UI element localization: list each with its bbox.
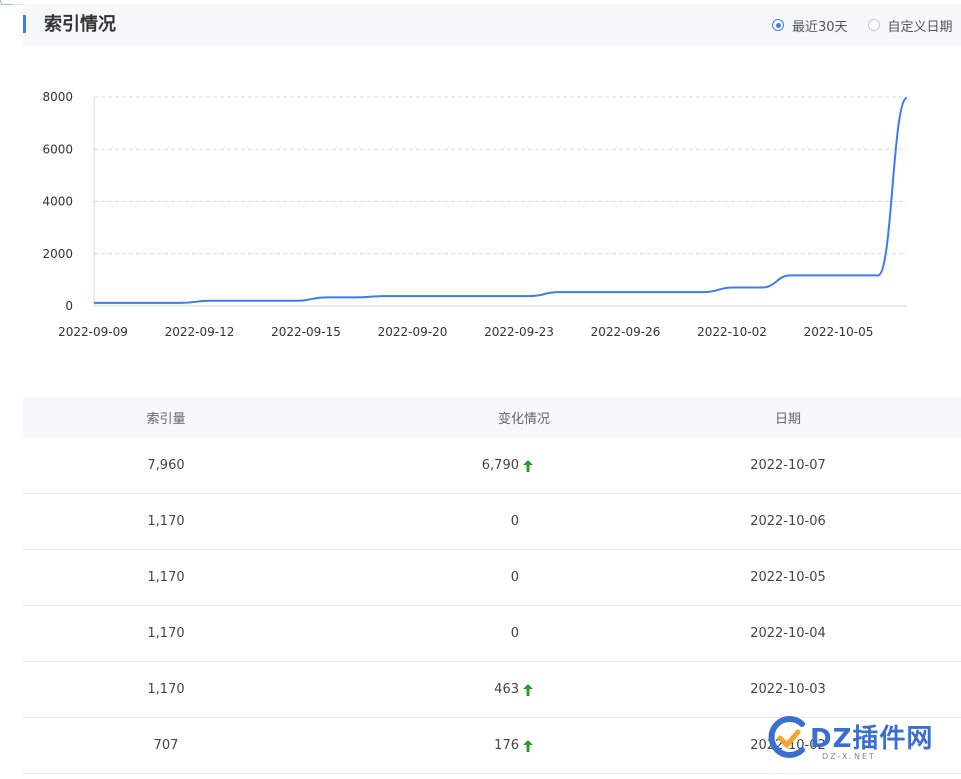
cell-date: 2022-10-07 xyxy=(750,458,826,473)
y-tick-label: 0 xyxy=(65,299,73,313)
cell-date: 2022-10-06 xyxy=(750,514,826,529)
cell-index-count: 1,170 xyxy=(147,626,185,641)
x-tick-label: 2022-09-09 xyxy=(58,325,128,339)
section-title: 索引情况 xyxy=(44,14,116,35)
table-row: 1,170 0 2022-10-04 xyxy=(23,606,961,662)
cell-index-count: 7,960 xyxy=(147,458,185,473)
arrow-up-icon xyxy=(523,683,533,696)
table-row: 1,170 0 2022-10-06 xyxy=(23,494,961,550)
cell-date: 2022-10-05 xyxy=(750,570,826,585)
section-header: 索引情况 最近30天 自定义日期 xyxy=(23,4,961,46)
table-row: 1,170 463 2022-10-03 xyxy=(23,662,961,718)
cell-change-value: 0 xyxy=(510,570,519,585)
cell-change: 0 xyxy=(309,550,533,605)
title-accent-bar xyxy=(23,15,26,33)
watermark-subtext: DZ-X.NET xyxy=(822,752,876,761)
radio-checked-icon[interactable] xyxy=(772,19,784,31)
watermark-logo-icon xyxy=(768,716,805,758)
y-tick-label: 8000 xyxy=(42,90,73,104)
cell-change-value: 6,790 xyxy=(481,458,519,473)
x-tick-label: 2022-10-02 xyxy=(697,325,767,339)
series-line xyxy=(94,97,908,304)
y-tick-label: 6000 xyxy=(42,142,73,156)
radio-label-custom-date: 自定义日期 xyxy=(887,19,953,35)
x-tick-label: 2022-09-23 xyxy=(484,325,554,339)
cell-change-value: 0 xyxy=(510,514,519,529)
cell-change: 463 xyxy=(309,662,533,717)
index-trend-chart: 0 2000 4000 6000 8000 2022-09-09 2022-09-12 202… xyxy=(42,90,908,339)
cell-index-count: 1,170 xyxy=(147,570,185,585)
radio-last-30-days[interactable]: 最近30天 xyxy=(772,16,848,35)
cell-change-value: 463 xyxy=(494,682,519,697)
radio-custom-date[interactable]: 自定义日期 xyxy=(867,16,953,35)
watermark-logo: DZ插件网 DZ-X.NET xyxy=(762,712,952,764)
cell-index-count: 707 xyxy=(153,738,179,753)
cell-date: 2022-10-04 xyxy=(750,626,826,641)
cell-change: 176 xyxy=(309,718,533,773)
table-row: 7,960 6,790 2022-10-07 xyxy=(23,438,961,494)
table-row: 1,170 0 2022-10-05 xyxy=(23,550,961,606)
radio-unchecked-icon[interactable] xyxy=(867,19,880,31)
x-tick-label: 2022-09-26 xyxy=(591,325,661,339)
column-header-count: 索引量 xyxy=(146,412,186,427)
x-tick-label: 2022-09-12 xyxy=(165,325,235,339)
date-range-radio-group: 最近30天 自定义日期 xyxy=(772,16,961,35)
y-tick-label: 2000 xyxy=(42,247,73,261)
radio-label-last-30-days: 最近30天 xyxy=(792,19,848,35)
cell-change-value: 176 xyxy=(494,738,519,753)
watermark-text: DZ插件网 xyxy=(810,724,934,754)
y-tick-label: 4000 xyxy=(42,195,73,209)
cell-change: 6,790 xyxy=(309,438,533,493)
x-tick-label: 2022-09-20 xyxy=(378,325,448,339)
x-tick-label: 2022-10-05 xyxy=(804,325,874,339)
cell-change: 0 xyxy=(309,494,533,549)
arrow-up-icon xyxy=(523,459,533,472)
column-header-change: 变化情况 xyxy=(497,412,550,427)
table-header-row: 索引量 变化情况 日期 xyxy=(23,397,961,438)
arrow-up-icon xyxy=(523,739,533,752)
cell-index-count: 1,170 xyxy=(147,514,185,529)
column-header-date: 日期 xyxy=(774,412,801,427)
cell-index-count: 1,170 xyxy=(147,682,185,697)
x-tick-label: 2022-09-15 xyxy=(271,325,341,339)
cell-change-value: 0 xyxy=(510,626,519,641)
cell-date: 2022-10-03 xyxy=(750,682,826,697)
cell-change: 0 xyxy=(309,606,533,661)
